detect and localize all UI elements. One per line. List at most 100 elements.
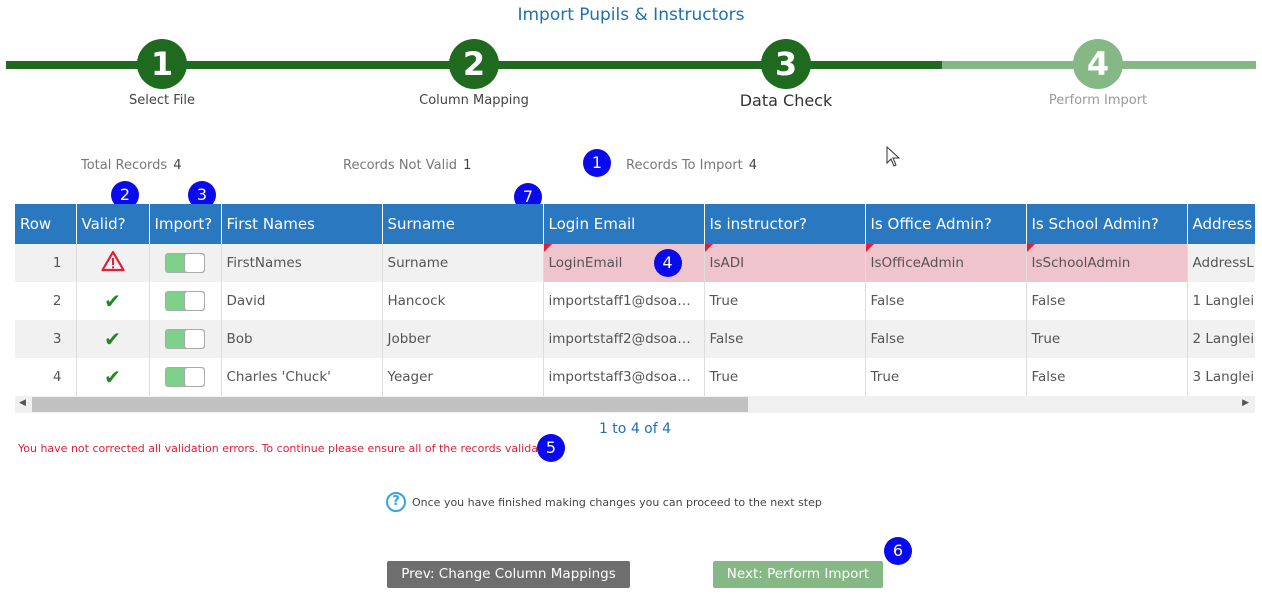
cell-is-school-admin[interactable]: True [1026, 320, 1188, 358]
data-grid: Row Valid? Import? First Names Surname L… [15, 204, 1255, 396]
import-toggle[interactable] [165, 367, 205, 387]
import-toggle[interactable] [165, 291, 205, 311]
step-perform-import: 4 Perform Import [978, 39, 1218, 108]
cell-login-email[interactable]: LoginEmail 4 [543, 244, 705, 282]
mouse-cursor-icon [886, 146, 901, 167]
table-row[interactable]: 4 ✔ Charles 'Chuck' Yeager importstaff3@… [15, 358, 1255, 396]
records-to-import-label: Records To Import [626, 158, 743, 173]
cell-login-email[interactable]: importstaff1@dsoadi... [543, 282, 705, 320]
column-header-is-instructor[interactable]: Is instructor? [704, 204, 866, 244]
step-number: 4 [1073, 39, 1123, 89]
cell-surname[interactable]: Jobber [382, 320, 544, 358]
check-icon: ✔ [104, 327, 121, 351]
records-not-valid-value: 1 [463, 158, 472, 173]
scrollbar-thumb[interactable] [32, 397, 748, 412]
cell-row-number: 1 [15, 244, 77, 282]
step-data-check: 3 Data Check [666, 39, 906, 110]
cell-address[interactable]: AddressLi [1187, 244, 1255, 282]
next-perform-import-button[interactable]: Next: Perform Import [713, 561, 883, 588]
step-label: Column Mapping [419, 93, 529, 108]
total-records-value: 4 [173, 158, 182, 173]
step-number: 1 [137, 39, 187, 89]
callout-badge-5: 5 [537, 434, 565, 462]
cell-row-number: 2 [15, 282, 77, 320]
cell-surname[interactable]: Hancock [382, 282, 544, 320]
cell-is-school-admin[interactable]: False [1026, 358, 1188, 396]
import-toggle[interactable] [165, 253, 205, 273]
records-to-import-stat: Records To Import 4 [626, 158, 757, 173]
column-header-row[interactable]: Row [15, 204, 77, 244]
cell-is-office-admin[interactable]: IsOfficeAdmin [865, 244, 1027, 282]
cell-row-number: 4 [15, 358, 77, 396]
step-label: Data Check [739, 91, 833, 110]
records-to-import-value: 4 [748, 158, 758, 173]
cell-valid: ✔ [76, 320, 150, 358]
total-records-label: Total Records [81, 158, 168, 173]
cell-row-number: 3 [15, 320, 77, 358]
records-not-valid-label: Records Not Valid [343, 158, 458, 173]
step-label: Select File [129, 93, 195, 108]
page-title: Import Pupils & Instructors [517, 5, 745, 25]
table-row[interactable]: 2 ✔ David Hancock importstaff1@dsoadi...… [15, 282, 1255, 320]
check-icon: ✔ [104, 289, 121, 313]
table-row[interactable]: 1 FirstNames Surname LoginEmail 4 IsADI I… [15, 244, 1255, 282]
cell-is-school-admin[interactable]: IsSchoolAdmin [1026, 244, 1188, 282]
records-not-valid-stat: Records Not Valid 1 [343, 158, 471, 173]
help-text: Once you have finished making changes yo… [412, 495, 822, 509]
cell-is-office-admin[interactable]: False [865, 282, 1027, 320]
cell-first-names[interactable]: FirstNames [221, 244, 383, 282]
column-header-import[interactable]: Import? [149, 204, 222, 244]
column-header-surname[interactable]: Surname [382, 204, 544, 244]
cell-login-email[interactable]: importstaff3@dsoadi... [543, 358, 705, 396]
callout-badge-1: 1 [583, 149, 611, 177]
cell-is-office-admin[interactable]: True [865, 358, 1027, 396]
callout-badge-4: 4 [653, 249, 682, 277]
cell-is-instructor[interactable]: True [704, 358, 866, 396]
cell-is-instructor[interactable]: IsADI [704, 244, 866, 282]
column-header-is-school-admin[interactable]: Is School Admin? [1026, 204, 1188, 244]
cell-is-instructor[interactable]: False [704, 320, 866, 358]
scroll-left-icon[interactable]: ◀ [19, 398, 26, 408]
column-header-login-email[interactable]: Login Email [543, 204, 705, 244]
validation-error-message: You have not corrected all validation er… [18, 442, 553, 455]
cell-is-office-admin[interactable]: False [865, 320, 1027, 358]
column-header-valid[interactable]: Valid? [76, 204, 150, 244]
cell-valid: ✔ [76, 358, 150, 396]
cell-import [149, 244, 222, 282]
cell-address[interactable]: 3 Langleig [1187, 358, 1255, 396]
import-toggle[interactable] [165, 329, 205, 349]
column-header-address[interactable]: Address [1187, 204, 1255, 244]
cell-login-email[interactable]: importstaff2@dsoadi... [543, 320, 705, 358]
cell-is-school-admin[interactable]: False [1026, 282, 1188, 320]
pagination-info: 1 to 4 of 4 [598, 421, 672, 437]
callout-badge-6: 6 [884, 537, 912, 565]
help-icon: ? [386, 492, 406, 512]
step-select-file[interactable]: 1 Select File [42, 39, 282, 108]
step-number: 3 [761, 39, 811, 89]
table-row[interactable]: 3 ✔ Bob Jobber importstaff2@dsoadi... Fa… [15, 320, 1255, 358]
warning-icon [100, 250, 125, 272]
check-icon: ✔ [104, 365, 121, 389]
cell-import [149, 320, 222, 358]
cell-is-instructor[interactable]: True [704, 282, 866, 320]
column-header-is-office-admin[interactable]: Is Office Admin? [865, 204, 1027, 244]
cell-first-names[interactable]: David [221, 282, 383, 320]
scroll-right-icon[interactable]: ▶ [1242, 398, 1249, 408]
cell-surname[interactable]: Surname [382, 244, 544, 282]
step-number: 2 [449, 39, 499, 89]
cell-first-names[interactable]: Bob [221, 320, 383, 358]
step-column-mapping[interactable]: 2 Column Mapping [354, 39, 594, 108]
cell-address[interactable]: 2 Langleig [1187, 320, 1255, 358]
cell-address[interactable]: 1 Langleig [1187, 282, 1255, 320]
cell-import [149, 358, 222, 396]
cell-text: LoginEmail [548, 255, 623, 271]
cell-first-names[interactable]: Charles 'Chuck' [221, 358, 383, 396]
cell-import [149, 282, 222, 320]
prev-change-column-mappings-button[interactable]: Prev: Change Column Mappings [387, 561, 630, 588]
total-records-stat: Total Records 4 [81, 158, 181, 173]
cell-surname[interactable]: Yeager [382, 358, 544, 396]
cell-valid: ✔ [76, 282, 150, 320]
grid-header-row: Row Valid? Import? First Names Surname L… [15, 204, 1255, 244]
column-header-first-names[interactable]: First Names [221, 204, 383, 244]
horizontal-scrollbar[interactable]: ◀ ▶ [15, 396, 1255, 413]
